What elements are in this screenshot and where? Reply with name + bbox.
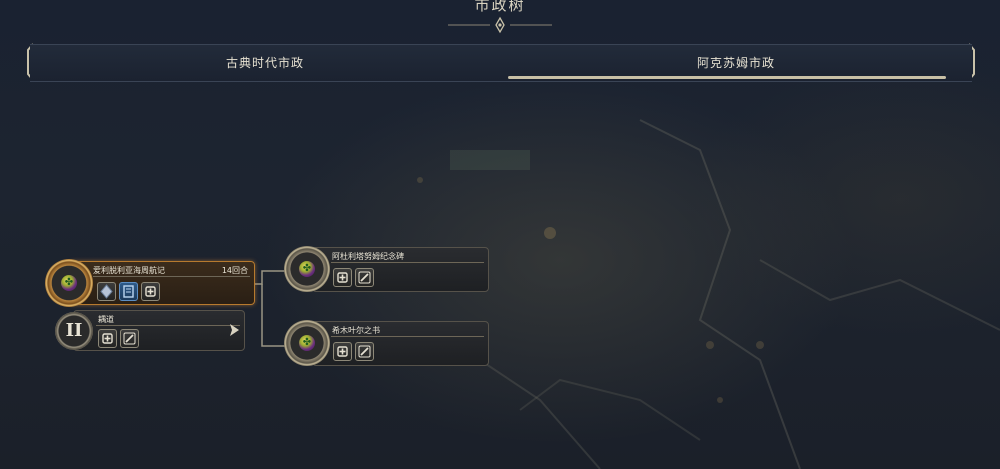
plus-icon[interactable] — [333, 268, 352, 287]
civic-card-branch-a: 阿杜利塔努姆纪念碑 — [312, 247, 489, 292]
civic-medallion: ✤ — [284, 246, 330, 292]
diamond-icon[interactable] — [97, 282, 116, 301]
plus-icon[interactable] — [333, 342, 352, 361]
civic-node-row2[interactable]: 耦道 II — [55, 310, 247, 352]
civic-card-row2: 耦道 — [73, 310, 245, 351]
civic-title: 爱利脱利亚海周航记 — [93, 266, 165, 275]
civic-node-branch-a[interactable]: 阿杜利塔努姆纪念碑 ✤ — [284, 246, 490, 294]
scroll-icon[interactable] — [119, 282, 138, 301]
civic-card-main: 爱利脱利亚海周航记 14回合 — [70, 261, 255, 305]
civic-turns: 14回合 — [221, 266, 248, 275]
civic-gem-icon: ✤ — [299, 335, 315, 351]
civic-title: 希木叶尔之书 — [332, 326, 380, 335]
civic-title: 耦道 — [98, 315, 114, 324]
divider — [331, 336, 484, 337]
civic-title: 阿杜利塔努姆纪念碑 — [332, 252, 404, 261]
plus-icon[interactable] — [98, 329, 117, 348]
civic-card-branch-b: 希木叶尔之书 — [312, 321, 489, 366]
civic-node-branch-b[interactable]: 希木叶尔之书 ✤ — [284, 320, 490, 368]
divider — [93, 276, 250, 277]
civic-gem-icon: ✤ — [61, 275, 77, 291]
civic-medallion: ✤ — [45, 259, 93, 307]
era-numeral-badge: II — [55, 312, 93, 350]
civic-node-main[interactable]: 爱利脱利亚海周航记 14回合 ✤ — [45, 259, 255, 309]
divider — [331, 262, 484, 263]
pen-icon[interactable] — [120, 329, 139, 348]
pen-icon[interactable] — [355, 342, 374, 361]
plus-icon[interactable] — [141, 282, 160, 301]
pen-icon[interactable] — [355, 268, 374, 287]
divider — [96, 325, 240, 326]
civic-gem-icon: ✤ — [299, 261, 315, 277]
expand-arrow-icon[interactable] — [227, 322, 241, 338]
civic-medallion: ✤ — [284, 320, 330, 366]
tree-connector-lines — [250, 270, 290, 347]
